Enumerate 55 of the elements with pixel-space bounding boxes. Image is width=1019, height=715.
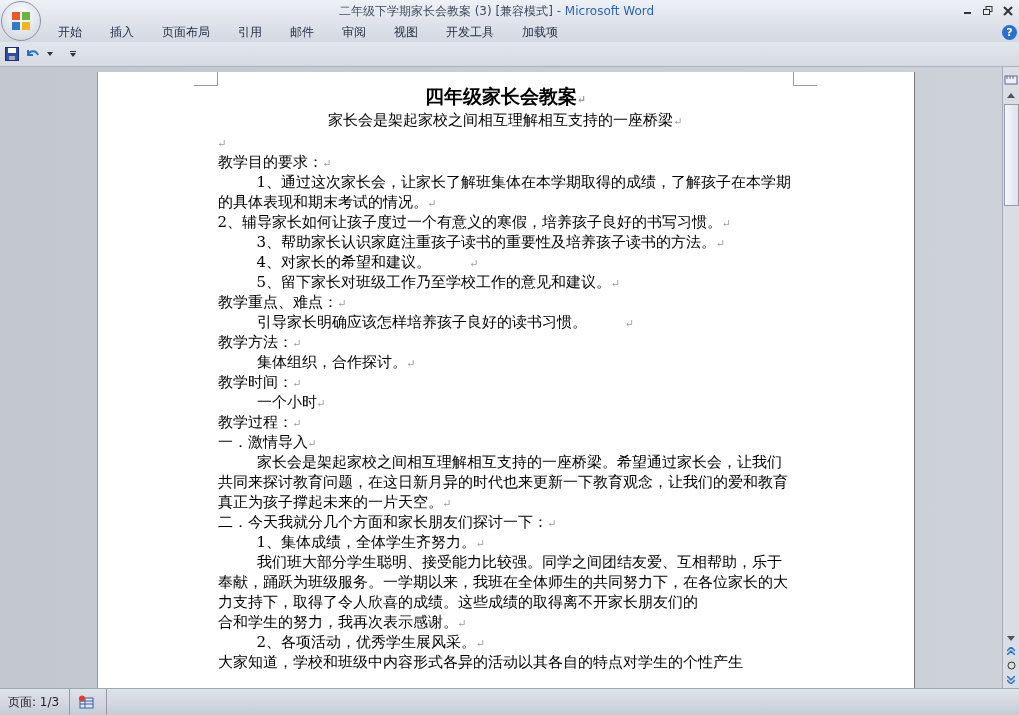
paragraph-text: 一．激情导入↵ xyxy=(217,433,317,451)
help-button[interactable]: ? xyxy=(1002,24,1017,40)
save-icon[interactable] xyxy=(5,47,19,61)
paragraph-text: 5、留下家长对班级工作乃至学校工作的意见和建议。↵ xyxy=(256,273,621,291)
paragraph-text: 2、辅导家长如何让孩子度过一个有意义的寒假，培养孩子良好的书写习惯。↵ xyxy=(217,213,732,231)
document-subheading: 家长会是架起家校之间相互理解相互支持的一座桥梁↵ xyxy=(328,111,683,129)
ribbon-tab[interactable]: 插入 xyxy=(110,22,134,42)
paragraph-text: 1、集体成绩，全体学生齐努力。↵ xyxy=(256,533,486,551)
ribbon-tab[interactable]: 邮件 xyxy=(290,22,314,42)
paragraph-text: 2、各项活动，优秀学生展风采。↵ xyxy=(256,633,486,651)
paragraph-mark: ↵ xyxy=(217,136,227,151)
document-title: 二年级下学期家长会教案 (3) [兼容模式] xyxy=(338,3,553,18)
paragraph-text: 教学目的要求：↵ xyxy=(217,153,332,171)
office-logo-icon xyxy=(10,10,32,32)
ruler-icon[interactable] xyxy=(1004,73,1018,87)
paragraph-text: 3、帮助家长认识家庭注重孩子读书的重要性及培养孩子读书的方法。↵ xyxy=(256,233,726,251)
paragraph-text: 二．今天我就分几个方面和家长朋友们探讨一下：↵ xyxy=(217,513,557,531)
customize-caret-icon[interactable] xyxy=(69,51,77,57)
paragraph-text: 4、对家长的希望和建议。 ↵ xyxy=(256,253,479,271)
paragraph-text: 集体组织，合作探讨。↵ xyxy=(256,353,416,371)
crop-mark-icon xyxy=(792,72,817,86)
caret-icon[interactable] xyxy=(47,52,53,56)
previous-page-icon[interactable] xyxy=(1007,647,1015,655)
ribbon-tab[interactable]: 开始 xyxy=(58,22,82,42)
app-title: - Microsoft Word xyxy=(556,3,655,18)
paragraph-text: 合和学生的努力，我再次表示感谢。↵ xyxy=(217,613,467,631)
macro-record-icon[interactable] xyxy=(78,695,95,709)
paragraph-text: 教学时间：↵ xyxy=(217,373,302,391)
paragraph-text: 一个小时↵ xyxy=(256,393,326,411)
paragraph-text: 家长会是架起家校之间相互理解相互支持的一座桥梁。希望通过家长会，让我们共同来探讨教育问题，在这日新月异的时代也来更新一下教育观念，让我们的爱和教育真正为孩子撑起未来的一片天空。↵ xyxy=(217,453,788,511)
scroll-thumb[interactable] xyxy=(1003,104,1019,206)
ribbon-tab[interactable]: 引用 xyxy=(238,22,262,42)
close-icon[interactable] xyxy=(1003,6,1013,16)
ribbon-tab[interactable]: 页面布局 xyxy=(162,22,210,42)
crop-mark-icon xyxy=(193,72,218,86)
paragraph-text: 我们班大部分学生聪明、接受能力比较强。同学之间团结友爱、互相帮助，乐于奉献，踊跃为班级服务。一学期以来，我班在全体师生的共同努力下，在各位家长的大力支持下，取得了令人欣喜的成绩。这些成绩的取得离不开家长朋友们的 xyxy=(217,553,788,611)
page-count[interactable]: 页面: 1/3 xyxy=(0,689,71,715)
paragraph-text: 大家知道，学校和班级中内容形式各异的活动以其各自的特点对学生的个性产生 xyxy=(217,653,743,671)
vertical-scrollbar[interactable] xyxy=(1002,67,1019,688)
paragraph-text: 教学方法：↵ xyxy=(217,333,302,351)
browse-object-icon[interactable] xyxy=(1006,661,1016,670)
next-page-icon[interactable] xyxy=(1007,676,1015,684)
paragraph-text: 教学过程：↵ xyxy=(217,413,302,431)
scroll-up-icon[interactable] xyxy=(1007,93,1015,98)
document-heading: 四年级家长会教案↵ xyxy=(424,85,587,107)
ribbon-tab[interactable]: 开发工具 xyxy=(446,22,494,42)
paragraph-text: 1、通过这次家长会，让家长了解班集体在本学期取得的成绩，了解孩子在本学期的具体表现和期末考试的情况。↵ xyxy=(217,173,792,211)
paragraph-text: 引导家长明确应该怎样培养孩子良好的读书习惯。 ↵ xyxy=(256,313,635,331)
restore-icon[interactable] xyxy=(983,6,993,16)
ribbon-tab[interactable]: 视图 xyxy=(394,22,418,42)
ribbon-tab[interactable]: 加载项 xyxy=(522,22,558,42)
paragraph-text: 教学重点、难点：↵ xyxy=(217,293,347,311)
ribbon-tab[interactable]: 审阅 xyxy=(342,22,366,42)
office-button[interactable] xyxy=(1,1,41,41)
scroll-down-icon[interactable] xyxy=(1007,636,1015,641)
